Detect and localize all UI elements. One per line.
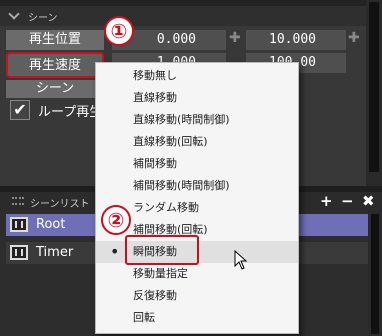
scene-section-label: シーン <box>28 13 58 24</box>
grip-icon[interactable] <box>12 197 24 205</box>
scene-name: Root <box>36 217 66 232</box>
menu-item-linear-rotate[interactable]: 直線移動(回転) <box>96 131 298 153</box>
scrollbar-thumb[interactable] <box>371 214 379 334</box>
step-1-badge: ① <box>104 16 134 46</box>
plus-icon[interactable]: ✚ <box>348 30 360 46</box>
menu-item-linear-timed[interactable]: 直線移動(時間制御) <box>96 109 298 131</box>
step-2-badge: ② <box>101 205 131 235</box>
menu-item-interpolate[interactable]: 補間移動 <box>96 153 298 175</box>
remove-scene-button[interactable]: − <box>341 192 354 210</box>
loop-checkbox[interactable]: ✔ <box>10 100 30 120</box>
menu-item-no-move[interactable]: 移動無し <box>96 65 298 87</box>
plus-icon[interactable]: ✚ <box>229 30 241 46</box>
play-position-button[interactable]: 再生位置 <box>6 30 104 50</box>
menu-item-move-amount[interactable]: 移動量指定 <box>96 263 298 285</box>
scene-name: Timer <box>36 245 74 260</box>
chevron-down-icon[interactable] <box>8 8 20 20</box>
play-speed-context-menu: 移動無し 直線移動 直線移動(時間制御) 直線移動(回転) 補間移動 補間移動(… <box>95 62 299 334</box>
film-icon <box>10 245 28 260</box>
scene-list-title: シーンリスト <box>30 199 90 210</box>
play-position-end-field[interactable]: 10.000 <box>246 30 346 50</box>
mouse-cursor-icon <box>234 250 248 270</box>
add-scene-button[interactable]: + <box>320 192 333 210</box>
play-speed-button[interactable]: 再生速度 <box>6 52 104 78</box>
scene-section-header[interactable]: シーン <box>0 6 382 26</box>
scene-button[interactable]: シーン <box>6 80 104 98</box>
selection-highlight-box <box>125 235 199 265</box>
menu-item-linear[interactable]: 直線移動 <box>96 87 298 109</box>
scrollbar-thumb[interactable] <box>369 2 379 172</box>
top-scrollbar[interactable] <box>366 0 382 186</box>
loop-playback-label: ループ再生 <box>38 105 103 120</box>
selected-bullet-icon: • <box>110 242 120 261</box>
menu-item-repeat[interactable]: 反復移動 <box>96 285 298 307</box>
film-icon <box>10 217 28 232</box>
close-icon[interactable]: ✖ <box>362 192 375 210</box>
menu-item-interpolate-timed[interactable]: 補間移動(時間制御) <box>96 175 298 197</box>
list-scrollbar[interactable] <box>368 210 382 336</box>
menu-item-rotate[interactable]: 回転 <box>96 307 298 329</box>
